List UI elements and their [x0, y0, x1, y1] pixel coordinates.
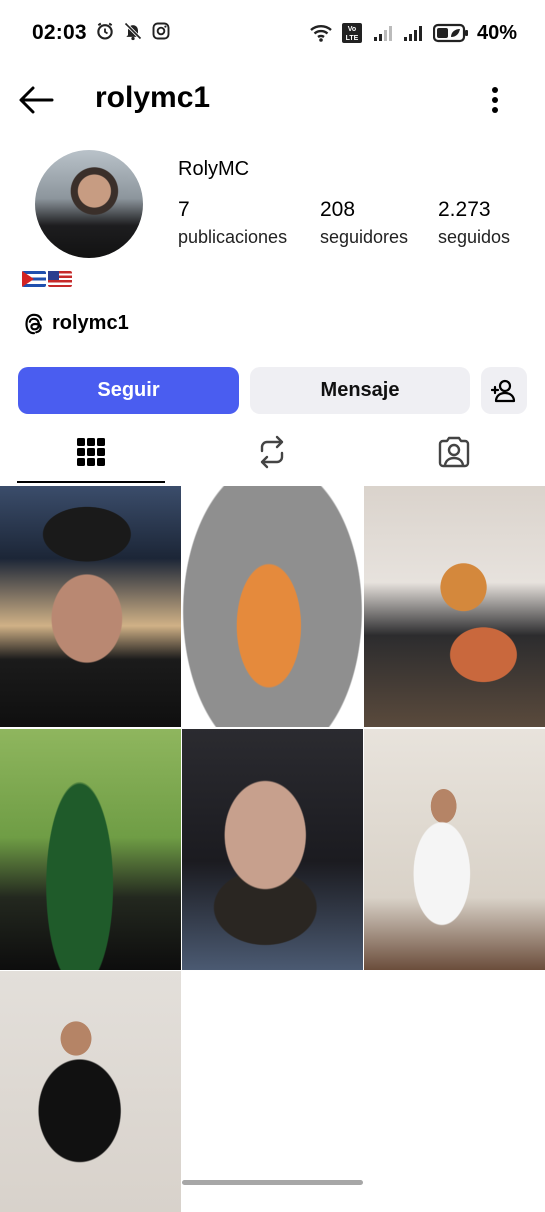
suggest-users-button[interactable] [481, 367, 527, 414]
svg-text:Vo: Vo [348, 26, 356, 33]
profile-tabs [0, 422, 545, 484]
post-thumbnail[interactable] [182, 729, 363, 970]
post-thumbnail[interactable] [364, 729, 545, 970]
more-vertical-icon [492, 87, 498, 113]
active-tab-indicator [17, 481, 165, 483]
status-right: Vo LTE 40% [309, 22, 517, 45]
tab-grid[interactable] [16, 422, 166, 482]
following-stat[interactable]: 2.273 seguidos [438, 198, 510, 248]
back-button[interactable] [16, 80, 56, 120]
threads-icon [25, 313, 43, 334]
mute-icon [123, 21, 143, 46]
followers-label: seguidores [320, 227, 409, 247]
wifi-icon [309, 23, 333, 43]
status-time: 02:03 [32, 21, 87, 44]
page-title: rolymc1 [95, 81, 211, 114]
battery-percent: 40% [476, 21, 517, 44]
svg-text:LTE: LTE [346, 35, 359, 42]
status-left: 02:03 [32, 21, 171, 46]
post-thumbnail[interactable] [0, 971, 181, 1212]
post-thumbnail[interactable] [0, 729, 181, 970]
alarm-icon [95, 21, 115, 46]
battery-icon [432, 23, 469, 43]
posts-stat[interactable]: 7 publicaciones [178, 198, 287, 248]
following-label: seguidos [438, 227, 511, 247]
grid-icon [77, 438, 105, 466]
volte-icon: Vo LTE [341, 22, 365, 44]
signal-icon [373, 24, 395, 42]
tagged-icon [438, 436, 470, 468]
tab-reposts[interactable] [197, 422, 347, 482]
following-count: 2.273 [438, 198, 491, 221]
message-button[interactable]: Mensaje [250, 367, 470, 414]
threads-link[interactable]: rolymc1 [24, 312, 129, 335]
usa-flag-icon [48, 271, 72, 287]
followers-stat[interactable]: 208 seguidores [320, 198, 408, 248]
repost-icon [260, 435, 284, 469]
posts-label: publicaciones [178, 227, 288, 247]
signal-icon [403, 24, 425, 42]
instagram-icon [151, 21, 171, 46]
post-thumbnail[interactable] [182, 486, 363, 727]
post-thumbnail[interactable] [364, 486, 545, 727]
post-thumbnail[interactable] [0, 486, 181, 727]
posts-count: 7 [178, 198, 190, 221]
tab-tagged[interactable] [379, 422, 529, 482]
arrow-left-icon [19, 86, 54, 114]
bio-flags [22, 271, 72, 287]
status-bar: 02:03 Vo LTE 40% [0, 0, 545, 66]
add-user-icon [491, 379, 516, 402]
followers-count: 208 [320, 198, 356, 221]
more-options-button[interactable] [475, 80, 515, 120]
cuba-flag-icon [22, 271, 46, 287]
follow-button[interactable]: Seguir [18, 367, 239, 414]
threads-handle: rolymc1 [52, 312, 129, 334]
display-name: RolyMC [178, 158, 250, 180]
top-nav: rolymc1 [0, 66, 545, 132]
avatar[interactable] [35, 150, 143, 258]
home-indicator[interactable] [182, 1180, 363, 1185]
